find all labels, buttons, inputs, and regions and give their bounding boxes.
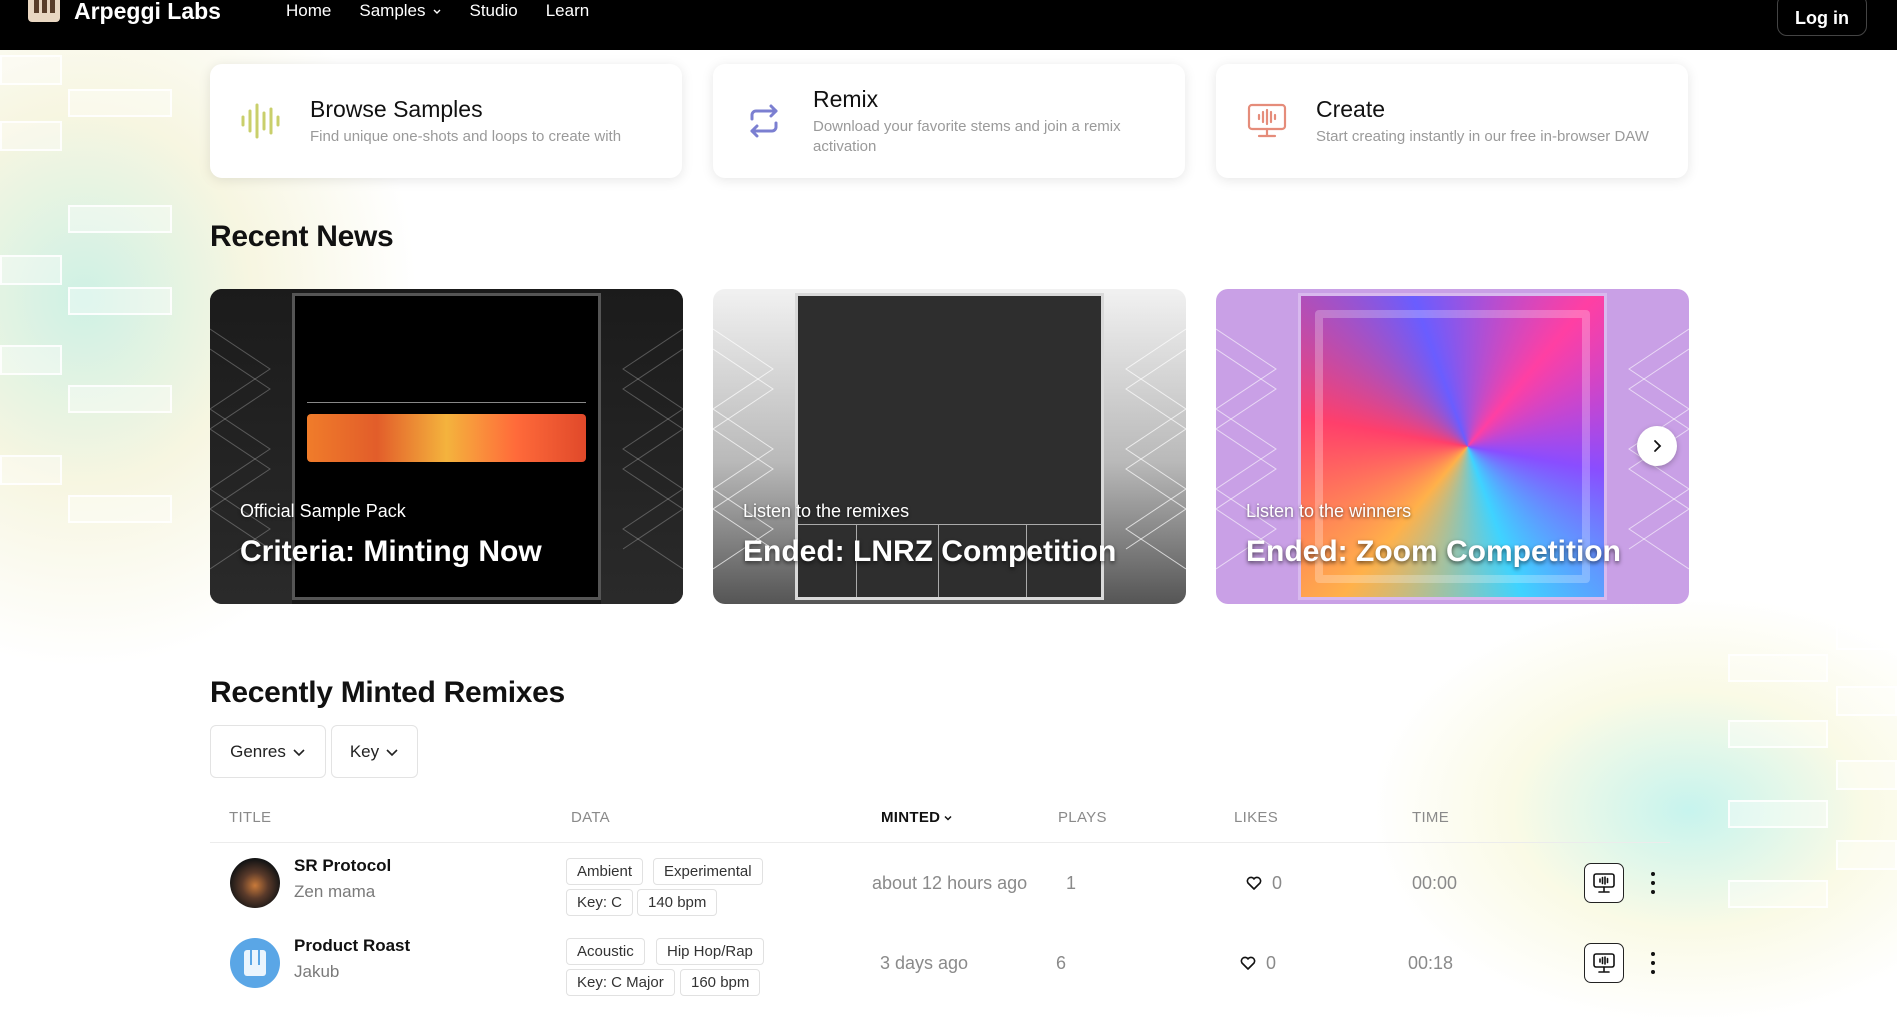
genre-tag: Ambient bbox=[566, 858, 644, 885]
genres-filter-label: Genres bbox=[230, 741, 286, 761]
column-header-plays[interactable]: PLAYS bbox=[1058, 809, 1107, 826]
avatar bbox=[230, 858, 280, 908]
monitor-waveform-icon bbox=[1593, 953, 1615, 973]
column-header-data: DATA bbox=[571, 809, 610, 826]
recently-minted-heading: Recently Minted Remixes bbox=[210, 676, 565, 709]
open-in-studio-button[interactable] bbox=[1584, 863, 1624, 903]
key-tag: Key: C bbox=[566, 889, 634, 916]
column-header-minted[interactable]: MINTED bbox=[881, 809, 953, 826]
top-navbar: Arpeggi Labs Home Samples Studio Learn L… bbox=[0, 0, 1897, 50]
row-title[interactable]: SR Protocol bbox=[294, 856, 391, 876]
repeat-arrows-icon bbox=[739, 96, 789, 146]
like-button[interactable]: 0 bbox=[1246, 844, 1282, 922]
login-button[interactable]: Log in bbox=[1777, 0, 1867, 36]
genre-tag: Acoustic bbox=[566, 938, 645, 965]
bpm-tag: 160 bpm bbox=[680, 969, 761, 996]
row-title[interactable]: Product Roast bbox=[294, 936, 410, 956]
key-filter-label: Key bbox=[349, 741, 380, 761]
avatar bbox=[230, 938, 280, 988]
brand-name: Arpeggi Labs bbox=[74, 0, 221, 24]
row-artist[interactable]: Zen mama bbox=[294, 882, 375, 902]
news-card-zoom[interactable]: Listen to the winners Ended: Zoom Compet… bbox=[1216, 289, 1689, 604]
plays-count: 6 bbox=[1056, 952, 1067, 973]
waveform-icon bbox=[236, 96, 286, 146]
nav-link-studio[interactable]: Studio bbox=[470, 1, 518, 21]
news-card-lnrz[interactable]: Listen to the remixes Ended: LNRZ Compet… bbox=[713, 289, 1186, 604]
carousel-next-button[interactable] bbox=[1637, 426, 1677, 466]
genres-filter-dropdown[interactable]: Genres bbox=[210, 725, 326, 778]
background-piano-grid-left bbox=[0, 55, 180, 615]
key-tag: Key: C Major bbox=[566, 969, 675, 996]
feature-title: Browse Samples bbox=[310, 96, 483, 122]
piano-keys-logo-icon bbox=[28, 0, 60, 22]
minted-time: 3 days ago bbox=[880, 952, 969, 973]
nav-link-samples-label: Samples bbox=[359, 1, 426, 20]
heart-icon bbox=[1246, 876, 1262, 890]
news-card-title: Criteria: Minting Now bbox=[240, 535, 542, 568]
news-card-subtitle: Listen to the remixes bbox=[743, 501, 910, 521]
chevron-down-icon bbox=[293, 748, 305, 756]
bpm-tag: 140 bpm bbox=[637, 889, 718, 916]
feature-title: Create bbox=[1316, 96, 1386, 122]
news-card-subtitle: Listen to the winners bbox=[1246, 501, 1412, 521]
news-card-criteria[interactable]: Official Sample Pack Criteria: Minting N… bbox=[210, 289, 683, 604]
background-piano-grid-right bbox=[1720, 620, 1897, 980]
column-header-minted-label: MINTED bbox=[881, 809, 941, 826]
news-card-subtitle: Official Sample Pack bbox=[240, 501, 406, 521]
column-header-time[interactable]: TIME bbox=[1412, 809, 1449, 826]
row-artist[interactable]: Jakub bbox=[294, 962, 339, 982]
feature-card-create[interactable]: Create Start creating instantly in our f… bbox=[1216, 64, 1688, 178]
recent-news-heading: Recent News bbox=[210, 220, 394, 253]
nav-link-samples[interactable]: Samples bbox=[359, 1, 441, 21]
table-row[interactable]: SR Protocol Zen mama Ambient Experimenta… bbox=[210, 844, 1670, 922]
news-card-pattern bbox=[601, 289, 683, 604]
column-header-title[interactable]: TITLE bbox=[229, 809, 271, 826]
like-button[interactable]: 0 bbox=[1240, 924, 1276, 1002]
more-options-icon[interactable] bbox=[1641, 943, 1665, 983]
likes-count: 0 bbox=[1272, 872, 1283, 893]
monitor-waveform-icon bbox=[1593, 873, 1615, 893]
key-filter-dropdown[interactable]: Key bbox=[331, 725, 418, 778]
plays-count: 1 bbox=[1066, 872, 1077, 893]
sort-chevron-down-icon bbox=[944, 815, 952, 821]
chevron-right-icon bbox=[1654, 440, 1662, 452]
monitor-waveform-icon bbox=[1242, 96, 1292, 146]
feature-description: Find unique one-shots and loops to creat… bbox=[310, 128, 622, 145]
brand-logo[interactable]: Arpeggi Labs bbox=[28, 0, 221, 24]
feature-title: Remix bbox=[813, 86, 879, 112]
chevron-down-icon bbox=[386, 748, 398, 756]
nav-links: Home Samples Studio Learn bbox=[286, 0, 617, 22]
feature-description: Start creating instantly in our free in-… bbox=[1316, 128, 1649, 145]
chevron-down-icon bbox=[433, 9, 440, 14]
duration: 00:00 bbox=[1412, 872, 1458, 893]
open-in-studio-button[interactable] bbox=[1584, 943, 1624, 983]
table-row[interactable]: Product Roast Jakub Acoustic Hip Hop/Rap… bbox=[210, 924, 1670, 1002]
feature-card-remix[interactable]: Remix Download your favorite stems and j… bbox=[713, 64, 1185, 178]
news-card-title: Ended: Zoom Competition bbox=[1246, 535, 1621, 568]
nav-link-home[interactable]: Home bbox=[286, 1, 331, 21]
duration: 00:18 bbox=[1408, 952, 1454, 973]
news-card-title: Ended: LNRZ Competition bbox=[743, 535, 1117, 568]
genre-tag: Hip Hop/Rap bbox=[656, 938, 764, 965]
table-header-divider bbox=[210, 842, 1670, 843]
feature-description: Download your favorite stems and join a … bbox=[813, 118, 1121, 155]
column-header-likes[interactable]: LIKES bbox=[1234, 809, 1278, 826]
news-card-pattern bbox=[1104, 289, 1186, 604]
feature-card-browse-samples[interactable]: Browse Samples Find unique one-shots and… bbox=[210, 64, 682, 178]
heart-icon bbox=[1240, 956, 1256, 970]
nav-link-learn[interactable]: Learn bbox=[546, 1, 589, 21]
minted-time: about 12 hours ago bbox=[872, 872, 1028, 893]
more-options-icon[interactable] bbox=[1641, 863, 1665, 903]
likes-count: 0 bbox=[1266, 952, 1277, 973]
genre-tag: Experimental bbox=[653, 858, 763, 885]
